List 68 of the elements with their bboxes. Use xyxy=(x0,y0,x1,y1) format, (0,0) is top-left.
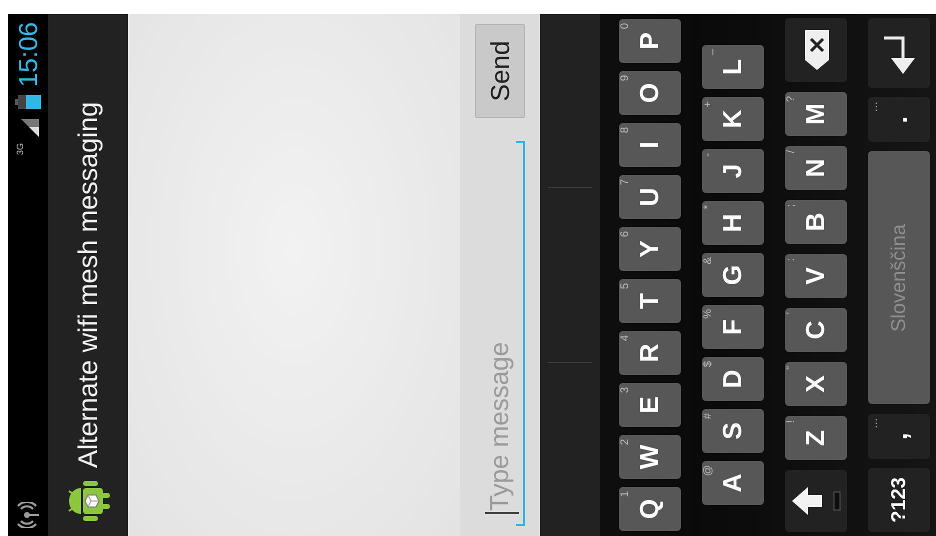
key-hint: 6 xyxy=(620,231,630,238)
key-hint: / xyxy=(786,150,796,154)
keyboard-key[interactable]: X " xyxy=(784,362,846,406)
key-hint: … xyxy=(868,101,880,112)
shift-key[interactable] xyxy=(784,470,846,532)
keyboard-key[interactable]: F % xyxy=(702,305,764,349)
enter-key[interactable] xyxy=(868,18,930,88)
key-hint: ? xyxy=(786,96,796,102)
key-hint: * xyxy=(702,205,714,210)
keyboard-key[interactable]: V : xyxy=(784,254,846,298)
key-hint: … xyxy=(868,418,880,429)
keyboard-key[interactable]: E 3 xyxy=(618,383,680,427)
key-hint: 5 xyxy=(620,283,630,290)
keyboard-key[interactable]: C ' xyxy=(784,308,846,352)
backspace-key[interactable] xyxy=(784,18,846,82)
wireless-icon xyxy=(16,502,40,528)
symbols-key[interactable]: ?123 xyxy=(868,468,930,532)
key-hint: : xyxy=(786,258,796,262)
keyboard-key[interactable]: Z ! xyxy=(784,416,846,460)
key-hint: 7 xyxy=(620,179,630,186)
clock-time: 15:06 xyxy=(15,22,41,88)
key-hint: " xyxy=(786,366,796,370)
key-hint: $ xyxy=(702,361,714,368)
keyboard-key[interactable]: I 8 xyxy=(618,123,680,167)
key-hint: 1 xyxy=(620,491,630,498)
key-hint: 4 xyxy=(620,335,630,342)
keyboard-key[interactable]: J - xyxy=(702,149,764,193)
keyboard-key[interactable]: T 5 xyxy=(618,279,680,323)
key-hint: & xyxy=(702,257,714,264)
keyboard-key[interactable]: O 9 xyxy=(618,71,680,115)
key-hint: ' xyxy=(786,312,796,314)
keyboard-key[interactable]: U 7 xyxy=(618,175,680,219)
key-hint: ! xyxy=(786,420,796,424)
keyboard-key[interactable]: , … xyxy=(868,414,930,459)
key-hint: 9 xyxy=(620,75,630,82)
keyboard-key[interactable]: N / xyxy=(784,146,846,190)
keyboard-key[interactable]: S # xyxy=(702,409,764,453)
key-hint: 2 xyxy=(620,439,630,446)
key-hint: _ xyxy=(702,49,714,56)
text-cursor xyxy=(485,512,519,514)
keyboard-key[interactable]: Q 1 xyxy=(618,487,680,531)
keyboard-key[interactable]: L _ xyxy=(702,45,764,89)
keyboard-key[interactable]: W 2 xyxy=(618,435,680,479)
network-label: 3G xyxy=(16,143,25,156)
key-hint: # xyxy=(702,413,714,420)
keyboard-key[interactable]: M ? xyxy=(784,92,846,136)
keyboard-key[interactable]: A @ xyxy=(702,461,764,505)
key-hint: 0 xyxy=(620,23,630,30)
keyboard-key[interactable]: H * xyxy=(702,201,764,245)
keyboard-key[interactable]: P 0 xyxy=(618,19,680,63)
key-hint: % xyxy=(702,309,714,319)
keyboard-key[interactable]: G & xyxy=(702,253,764,297)
shift-icon xyxy=(790,484,842,518)
key-hint: @ xyxy=(702,465,714,476)
keyboard-key[interactable]: . … xyxy=(868,97,930,142)
key-hint: ; xyxy=(786,204,796,208)
battery-icon xyxy=(15,95,41,110)
key-hint: 8 xyxy=(620,127,630,134)
app-title: Alternate wifi mesh messaging xyxy=(72,102,104,468)
keyboard-key[interactable]: B ; xyxy=(784,200,846,244)
key-hint: 3 xyxy=(620,387,630,394)
key-hint: - xyxy=(702,153,714,157)
keyboard-key[interactable]: R 4 xyxy=(618,331,680,375)
send-button[interactable]: Send xyxy=(475,24,525,118)
keyboard-key[interactable]: Y 6 xyxy=(618,227,680,271)
key-hint: + xyxy=(702,101,714,108)
keyboard-key[interactable]: D $ xyxy=(702,357,764,401)
keyboard-key[interactable]: K + xyxy=(702,97,764,141)
